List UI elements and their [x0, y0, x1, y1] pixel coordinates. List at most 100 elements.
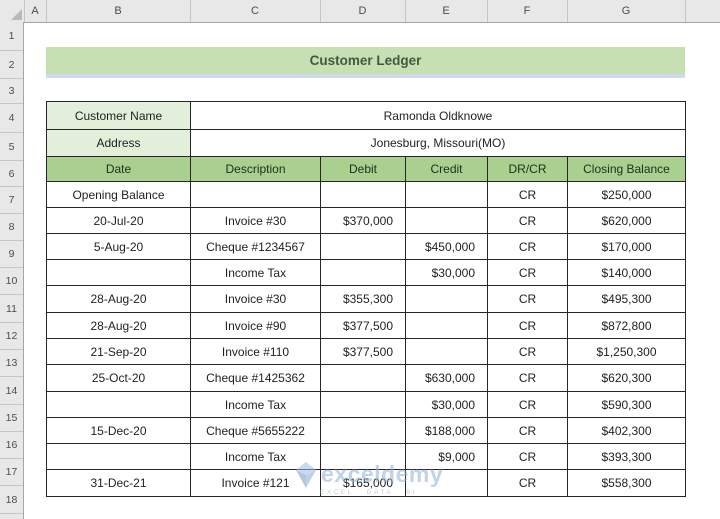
cell-debit[interactable]: $370,000: [321, 208, 406, 234]
cell-balance[interactable]: $140,000: [568, 260, 686, 286]
row-header-10[interactable]: 10: [0, 268, 23, 295]
cell-description[interactable]: Invoice #30: [191, 208, 321, 234]
column-header-partial[interactable]: [685, 0, 720, 22]
row-header-13[interactable]: 13: [0, 350, 23, 377]
cell-balance[interactable]: $402,300: [568, 418, 686, 444]
cell-date[interactable]: [47, 260, 191, 286]
cell-drcr[interactable]: CR: [488, 365, 568, 392]
row-header-15[interactable]: 15: [0, 405, 23, 432]
cell-credit[interactable]: [406, 208, 488, 234]
row-header-16[interactable]: 16: [0, 432, 23, 459]
cell-date[interactable]: 5-Aug-20: [47, 234, 191, 260]
cell-drcr[interactable]: CR: [488, 470, 568, 497]
row-header-4[interactable]: 4: [0, 104, 23, 133]
cell-debit[interactable]: $165,000: [321, 470, 406, 497]
cell-debit[interactable]: $377,500: [321, 313, 406, 339]
cell-credit[interactable]: [406, 470, 488, 497]
row-header-6[interactable]: 6: [0, 161, 23, 187]
ledger-header-date[interactable]: Date: [47, 157, 191, 182]
cell-description[interactable]: Income Tax: [191, 260, 321, 286]
row-header-18[interactable]: 18: [0, 486, 23, 514]
row-header-8[interactable]: 8: [0, 214, 23, 241]
column-header-a[interactable]: A: [24, 0, 47, 22]
row-header-12[interactable]: 12: [0, 323, 23, 350]
cell-date[interactable]: 28-Aug-20: [47, 313, 191, 339]
cell-description[interactable]: Cheque #1234567: [191, 234, 321, 260]
cell-drcr[interactable]: CR: [488, 418, 568, 444]
cell-description[interactable]: Income Tax: [191, 444, 321, 470]
cell-drcr[interactable]: CR: [488, 286, 568, 313]
cell-drcr[interactable]: CR: [488, 392, 568, 418]
row-header-17[interactable]: 17: [0, 459, 23, 486]
cell-balance[interactable]: $250,000: [568, 182, 686, 208]
cell-balance[interactable]: $620,300: [568, 365, 686, 392]
cell-date[interactable]: 21-Sep-20: [47, 339, 191, 365]
cell-balance[interactable]: $620,000: [568, 208, 686, 234]
cell-drcr[interactable]: CR: [488, 234, 568, 260]
cell-debit[interactable]: [321, 365, 406, 392]
cell-description[interactable]: Income Tax: [191, 392, 321, 418]
cell-credit[interactable]: $9,000: [406, 444, 488, 470]
cell-description[interactable]: Invoice #90: [191, 313, 321, 339]
column-header-b[interactable]: B: [46, 0, 191, 22]
cell-credit[interactable]: $30,000: [406, 260, 488, 286]
row-header-7[interactable]: 7: [0, 187, 23, 214]
opening-balance-label-cell[interactable]: Opening Balance: [47, 182, 191, 208]
cell-date[interactable]: 31-Dec-21: [47, 470, 191, 497]
column-header-e[interactable]: E: [405, 0, 488, 22]
row-header-partial[interactable]: [0, 514, 23, 519]
cell-credit[interactable]: [406, 286, 488, 313]
cell-credit[interactable]: [406, 313, 488, 339]
cell-balance[interactable]: $590,300: [568, 392, 686, 418]
column-header-g[interactable]: G: [567, 0, 686, 22]
cell-drcr[interactable]: CR: [488, 208, 568, 234]
address-value-cell[interactable]: Jonesburg, Missouri(MO): [191, 130, 686, 157]
ledger-title-cell[interactable]: Customer Ledger: [46, 47, 685, 74]
cell-description[interactable]: Invoice #110: [191, 339, 321, 365]
row-header-2[interactable]: 2: [0, 51, 23, 79]
cell-balance[interactable]: $495,300: [568, 286, 686, 313]
cell-debit[interactable]: $377,500: [321, 339, 406, 365]
column-header-f[interactable]: F: [487, 0, 568, 22]
cell-debit[interactable]: [321, 260, 406, 286]
column-header-d[interactable]: D: [320, 0, 406, 22]
cell-drcr[interactable]: CR: [488, 182, 568, 208]
cell-description[interactable]: [191, 182, 321, 208]
select-all-corner[interactable]: [0, 0, 25, 22]
row-header-14[interactable]: 14: [0, 377, 23, 405]
cell-description[interactable]: Cheque #1425362: [191, 365, 321, 392]
ledger-header-debit[interactable]: Debit: [321, 157, 406, 182]
cell-balance[interactable]: $1,250,300: [568, 339, 686, 365]
ledger-header-description[interactable]: Description: [191, 157, 321, 182]
cell-debit[interactable]: [321, 182, 406, 208]
cell-date[interactable]: 25-Oct-20: [47, 365, 191, 392]
cell-balance[interactable]: $872,800: [568, 313, 686, 339]
cell-description[interactable]: Invoice #30: [191, 286, 321, 313]
cell-drcr[interactable]: CR: [488, 313, 568, 339]
ledger-header-balance[interactable]: Closing Balance: [568, 157, 686, 182]
cell-description[interactable]: Invoice #121: [191, 470, 321, 497]
cell-debit[interactable]: [321, 418, 406, 444]
cell-balance[interactable]: $170,000: [568, 234, 686, 260]
row-header-5[interactable]: 5: [0, 133, 23, 161]
cell-debit[interactable]: [321, 444, 406, 470]
address-label-cell[interactable]: Address: [47, 130, 191, 157]
cell-credit[interactable]: $450,000: [406, 234, 488, 260]
cell-debit[interactable]: [321, 234, 406, 260]
customer-name-label-cell[interactable]: Customer Name: [47, 102, 191, 130]
row-header-1[interactable]: 1: [0, 22, 23, 51]
cell-credit[interactable]: [406, 339, 488, 365]
cell-balance[interactable]: $558,300: [568, 470, 686, 497]
ledger-header-credit[interactable]: Credit: [406, 157, 488, 182]
cell-description[interactable]: Cheque #5655222: [191, 418, 321, 444]
cell-date[interactable]: [47, 444, 191, 470]
cell-credit[interactable]: $30,000: [406, 392, 488, 418]
cell-credit[interactable]: $188,000: [406, 418, 488, 444]
cell-balance[interactable]: $393,300: [568, 444, 686, 470]
customer-name-value-cell[interactable]: Ramonda Oldknowe: [191, 102, 686, 130]
cell-date[interactable]: 28-Aug-20: [47, 286, 191, 313]
cell-date[interactable]: 15-Dec-20: [47, 418, 191, 444]
row-header-11[interactable]: 11: [0, 295, 23, 323]
cell-credit[interactable]: [406, 182, 488, 208]
cell-date[interactable]: [47, 392, 191, 418]
